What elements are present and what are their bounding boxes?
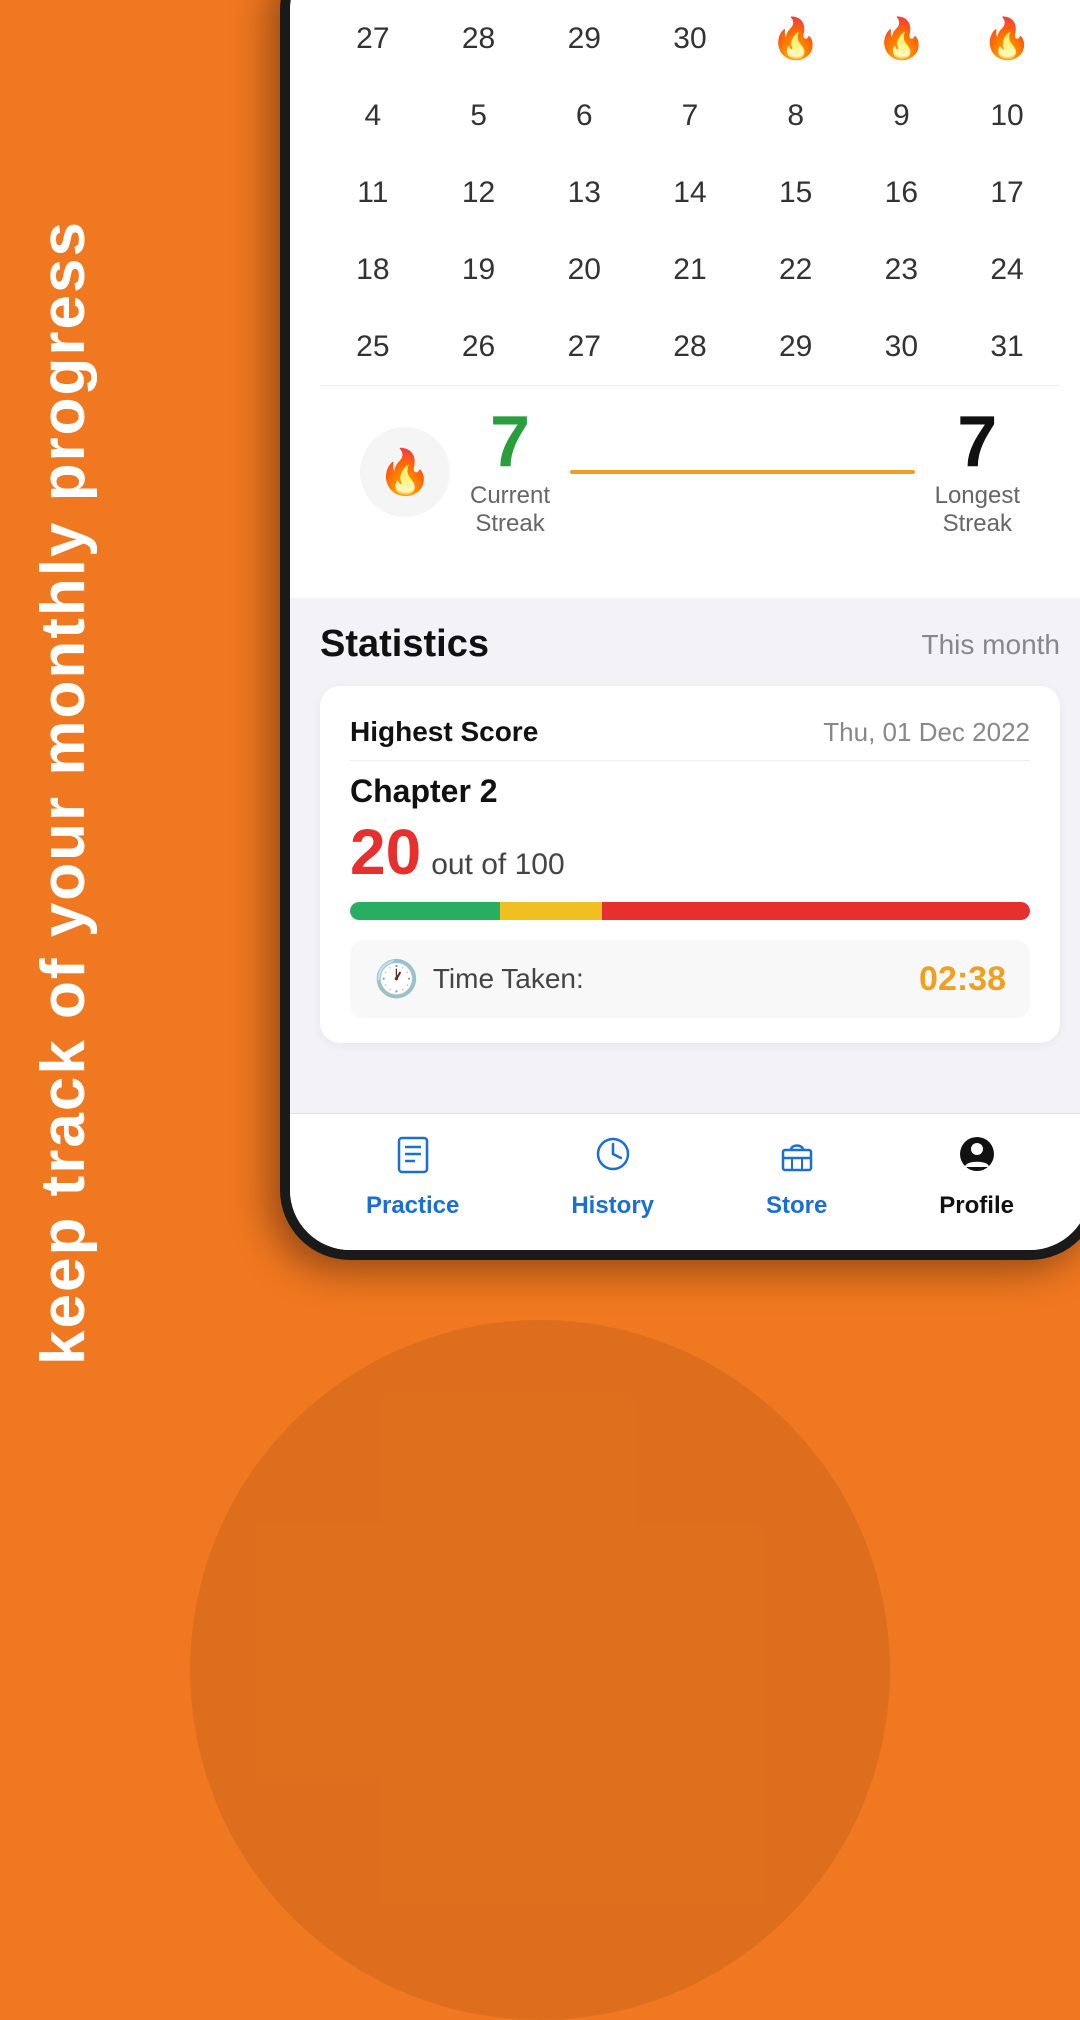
calendar-cell: 20 [547, 237, 622, 302]
calendar-cell: 14 [652, 160, 727, 225]
calendar-section: Sun Mon Tue Wed Thu Fri Sat 27 28 29 30 [290, 0, 1080, 598]
longest-streak-value: 7 [935, 406, 1020, 478]
calendar-cell: 21 [652, 237, 727, 302]
nav-item-profile[interactable]: Profile [939, 1134, 1014, 1220]
calendar-cell: 29 [547, 6, 622, 71]
practice-label: Practice [366, 1192, 459, 1220]
calendar-cell: 17 [970, 160, 1045, 225]
calendar-week-4: 18 19 20 21 22 23 24 [320, 231, 1060, 308]
calendar-cell: 28 [652, 314, 727, 379]
progress-bar [350, 902, 1030, 920]
calendar-cell: 18 [335, 237, 410, 302]
calendar-cell: 27 [547, 314, 622, 379]
progress-green [350, 902, 500, 920]
calendar-cell: 30 [864, 314, 939, 379]
flame-icon: 🔥 [982, 15, 1032, 62]
calendar-week-3: 11 12 13 14 15 16 17 [320, 154, 1060, 231]
calendar-cell: 31 [970, 314, 1045, 379]
calendar-flame-fri: 🔥 [864, 6, 939, 71]
streak-flame-icon: 🔥 [378, 446, 433, 498]
bottom-navigation: Practice History [290, 1113, 1080, 1250]
calendar-cell: 27 [335, 6, 410, 71]
calendar-cell: 22 [758, 237, 833, 302]
streak-flame-circle: 🔥 [360, 427, 450, 517]
calendar-cell: 12 [441, 160, 516, 225]
progress-yellow [500, 902, 602, 920]
history-label: History [571, 1192, 654, 1220]
statistics-section: Statistics This month Highest Score Thu,… [290, 598, 1080, 1063]
calendar-cell: 23 [864, 237, 939, 302]
highest-score-label: Highest Score [350, 716, 538, 748]
calendar-cell: 11 [335, 160, 410, 225]
calendar-flame-thu: 🔥 [758, 6, 833, 71]
calendar-cell: 25 [335, 314, 410, 379]
score-out-of: out of 100 [431, 848, 564, 882]
stats-card: Highest Score Thu, 01 Dec 2022 Chapter 2… [320, 686, 1060, 1043]
score-number: 20 [350, 820, 421, 884]
side-text: keep track of your monthly progress [0, 200, 128, 1385]
score-display: 20 out of 100 [350, 820, 1030, 884]
stats-header: Statistics This month [320, 623, 1060, 666]
store-icon [777, 1134, 817, 1184]
time-taken-row: 🕐 Time Taken: 02:38 [350, 940, 1030, 1018]
current-streak-value: 7 [470, 406, 550, 478]
streak-divider-line [570, 470, 915, 474]
calendar-week-2: 4 5 6 7 8 9 10 [320, 77, 1060, 154]
practice-icon [393, 1134, 433, 1184]
current-streak-item: 7 CurrentStreak [470, 406, 550, 538]
calendar-grid: 27 28 29 30 🔥 🔥 🔥 [320, 0, 1060, 385]
progress-red [602, 902, 1030, 920]
calendar-cell: 28 [441, 6, 516, 71]
stats-title: Statistics [320, 623, 489, 666]
nav-item-practice[interactable]: Practice [366, 1134, 459, 1220]
calendar-cell: 4 [335, 83, 410, 148]
time-value: 02:38 [919, 960, 1006, 999]
calendar-cell: 8 [758, 83, 833, 148]
store-label: Store [766, 1192, 827, 1220]
calendar-flame-sat: 🔥 [970, 6, 1045, 71]
history-icon [593, 1134, 633, 1184]
card-divider [350, 760, 1030, 761]
time-taken-label: Time Taken: [433, 963, 584, 995]
stats-card-header: Highest Score Thu, 01 Dec 2022 [350, 716, 1030, 748]
profile-label: Profile [939, 1192, 1014, 1220]
clock-icon: 🕐 [374, 958, 419, 1000]
calendar-cell: 24 [970, 237, 1045, 302]
longest-streak-item: 7 LongestStreak [935, 406, 1020, 538]
phone-screen: Sun Mon Tue Wed Thu Fri Sat 27 28 29 30 [290, 0, 1080, 1250]
calendar-cell: 30 [652, 6, 727, 71]
flame-icon: 🔥 [876, 15, 926, 62]
calendar-week-1: 27 28 29 30 🔥 🔥 🔥 [320, 0, 1060, 77]
bg-circle [190, 1320, 890, 2020]
score-date: Thu, 01 Dec 2022 [823, 717, 1030, 748]
current-streak-label: CurrentStreak [470, 482, 550, 538]
profile-icon [957, 1134, 997, 1184]
calendar-cell: 19 [441, 237, 516, 302]
calendar-week-5: 25 26 27 28 29 30 31 [320, 308, 1060, 385]
time-taken-left: 🕐 Time Taken: [374, 958, 584, 1000]
calendar-cell: 9 [864, 83, 939, 148]
screen-content: Sun Mon Tue Wed Thu Fri Sat 27 28 29 30 [290, 0, 1080, 1250]
calendar-cell: 5 [441, 83, 516, 148]
calendar-cell: 29 [758, 314, 833, 379]
phone-device: Sun Mon Tue Wed Thu Fri Sat 27 28 29 30 [280, 0, 1080, 1260]
nav-item-history[interactable]: History [571, 1134, 654, 1220]
calendar-cell: 26 [441, 314, 516, 379]
stats-period: This month [922, 629, 1061, 661]
nav-item-store[interactable]: Store [766, 1134, 827, 1220]
calendar-cell: 10 [970, 83, 1045, 148]
calendar-cell: 13 [547, 160, 622, 225]
chapter-label: Chapter 2 [350, 773, 1030, 810]
calendar-cell: 16 [864, 160, 939, 225]
calendar-cell: 15 [758, 160, 833, 225]
calendar-cell: 6 [547, 83, 622, 148]
longest-streak-label: LongestStreak [935, 482, 1020, 538]
calendar-cell: 7 [652, 83, 727, 148]
flame-icon: 🔥 [771, 15, 821, 62]
streak-section: 🔥 7 CurrentStreak 7 LongestStreak [320, 385, 1060, 568]
